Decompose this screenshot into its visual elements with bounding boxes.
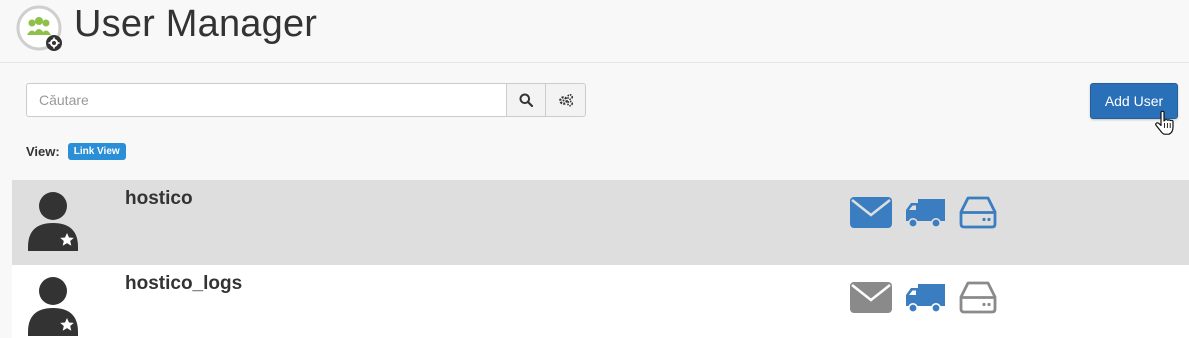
user-row[interactable]: hostico xyxy=(12,180,1189,265)
email-icon[interactable] xyxy=(849,194,893,230)
user-manager-icon xyxy=(16,5,62,51)
user-avatar-icon xyxy=(28,277,78,336)
ftp-truck-icon[interactable] xyxy=(904,194,946,230)
page-header: User Manager xyxy=(0,0,1189,63)
view-selector: View: Link View xyxy=(26,143,126,160)
gears-icon xyxy=(558,93,573,107)
web-disk-icon[interactable] xyxy=(959,279,997,315)
email-icon[interactable] xyxy=(849,279,893,315)
search-button[interactable] xyxy=(507,83,547,117)
hand-cursor-icon xyxy=(1155,110,1174,135)
ftp-truck-icon[interactable] xyxy=(904,279,946,315)
search-bar xyxy=(26,83,586,117)
web-disk-icon[interactable] xyxy=(959,194,997,230)
search-options-button[interactable] xyxy=(546,83,586,117)
search-icon xyxy=(519,93,534,107)
view-label: View: xyxy=(26,144,60,159)
view-mode-badge[interactable]: Link View xyxy=(67,143,126,160)
user-avatar-icon xyxy=(28,192,78,251)
search-input[interactable] xyxy=(26,83,508,117)
page-title: User Manager xyxy=(74,3,318,45)
username[interactable]: hostico_logs xyxy=(125,273,242,295)
username[interactable]: hostico xyxy=(125,188,193,210)
user-row[interactable]: hostico_logs xyxy=(12,265,1189,338)
